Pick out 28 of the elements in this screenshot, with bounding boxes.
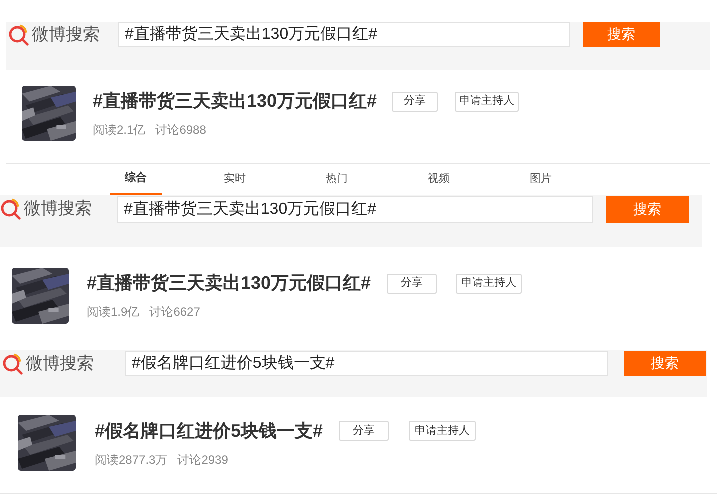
discussion-count: 讨论6627 [150,304,200,321]
apply-host-button[interactable]: 申请主持人 [456,274,522,294]
tab[interactable]: 热门 [314,164,416,195]
discussion-count: 讨论2939 [178,452,228,468]
apply-host-button[interactable]: 申请主持人 [409,421,476,441]
logo-text: 微博搜索 [32,24,100,46]
tab[interactable]: 图片 [518,164,620,195]
apply-host-button[interactable]: 申请主持人 [455,92,520,112]
topic-title: #假名牌口红进价5块钱一支# [95,420,324,442]
tab[interactable]: 视频 [416,164,518,195]
discussion-count: 讨论6988 [156,122,206,139]
read-count: 阅读2.1亿 [93,122,146,139]
share-button[interactable]: 分享 [392,92,438,112]
share-button[interactable]: 分享 [339,421,390,441]
search-logo-icon [0,198,22,220]
logo-text: 微博搜索 [24,198,92,220]
search-logo-icon [2,352,24,374]
read-count: 阅读1.9亿 [87,304,140,321]
share-button[interactable]: 分享 [387,274,438,294]
logo-text: 微博搜索 [26,352,94,375]
topic-title: #直播带货三天卖出130万元假口红# [93,90,378,113]
search-input[interactable]: #直播带货三天卖出130万元假口红# [117,196,593,223]
read-count: 阅读2877.3万 [95,452,168,468]
topic-title: #直播带货三天卖出130万元假口红# [87,272,372,295]
search-input[interactable]: #直播带货三天卖出130万元假口红# [118,22,570,47]
search-input[interactable]: #假名牌口红进价5块钱一支# [125,351,608,376]
search-logo-icon [8,24,30,46]
tab[interactable]: 实时 [212,164,314,195]
